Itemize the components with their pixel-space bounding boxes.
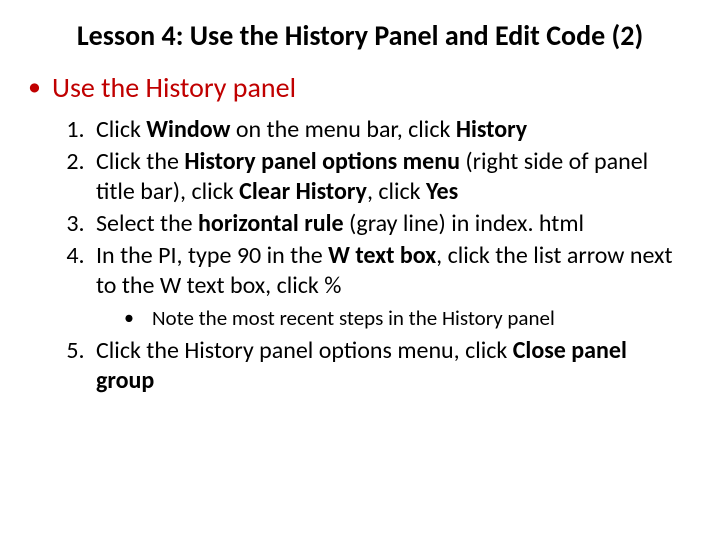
step-3-text-a: Select the	[96, 209, 198, 238]
step-4-note-list: Note the most recent steps in the Histor…	[96, 305, 690, 332]
lead-bullet-list: Use the History panel	[20, 71, 700, 105]
step-1-text-a: Click	[96, 115, 146, 144]
step-3-bold-hr: horizontal rule	[198, 209, 344, 238]
step-2-text-a: Click the	[96, 147, 184, 176]
steps-list: Click Window on the menu bar, click Hist…	[20, 115, 700, 396]
step-1-bold-window: Window	[146, 115, 230, 144]
step-4: In the PI, type 90 in the W text box, cl…	[90, 241, 690, 332]
step-1-text-c: on the menu bar, click	[230, 115, 455, 144]
step-2: Click the History panel options menu (ri…	[90, 147, 690, 207]
step-3: Select the horizontal rule (gray line) i…	[90, 209, 690, 239]
step-4-text-a: In the PI, type 90 in the	[96, 241, 328, 270]
step-2-bold-menu: History panel options menu	[184, 147, 460, 176]
step-3-text-c: (gray line) in index. html	[344, 209, 584, 238]
step-2-bold-yes: Yes	[426, 177, 458, 206]
step-2-text-d: , click	[367, 177, 426, 206]
slide: Lesson 4: Use the History Panel and Edit…	[0, 0, 720, 540]
step-4-bold-w: W text box	[328, 241, 436, 270]
step-1: Click Window on the menu bar, click Hist…	[90, 115, 690, 145]
step-5-text-a: Click the History panel options menu, cl…	[96, 336, 513, 365]
step-5: Click the History panel options menu, cl…	[90, 336, 690, 396]
slide-title: Lesson 4: Use the History Panel and Edit…	[20, 18, 700, 53]
step-4-note: Note the most recent steps in the Histor…	[124, 305, 690, 332]
step-2-bold-clear: Clear History	[239, 177, 367, 206]
lead-bullet-item: Use the History panel	[28, 71, 700, 105]
step-1-bold-history: History	[456, 115, 527, 144]
